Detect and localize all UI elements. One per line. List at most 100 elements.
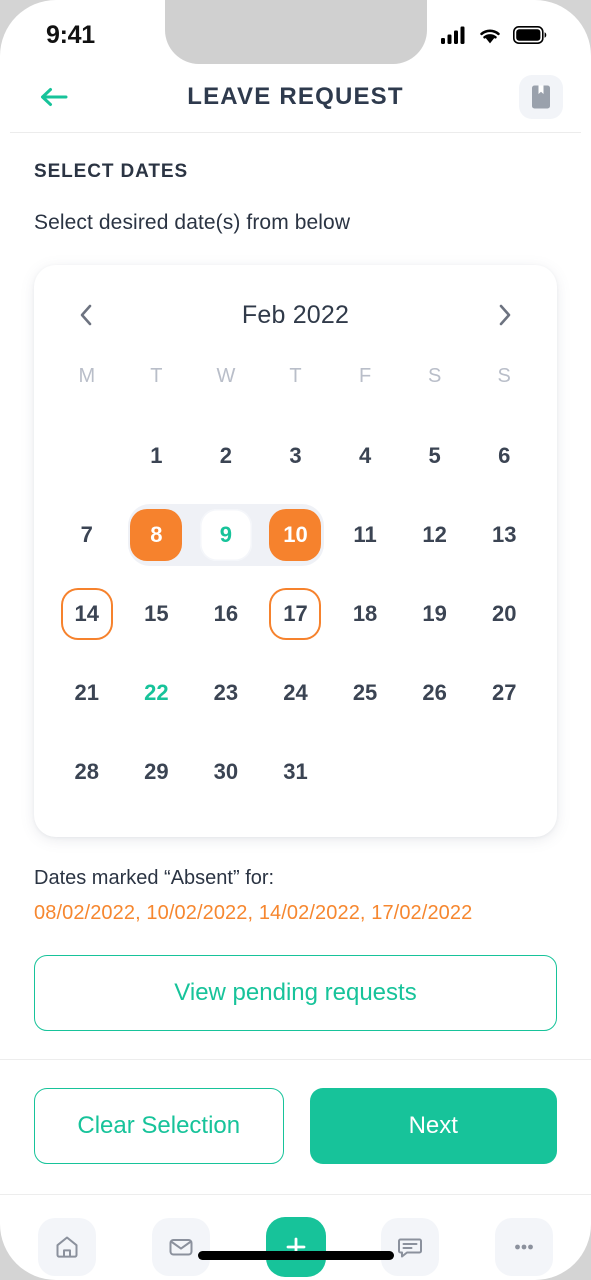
device-notch bbox=[164, 0, 427, 64]
arrow-left-icon bbox=[41, 88, 68, 106]
calendar-cell: 27 bbox=[469, 653, 539, 732]
calendar-card: Feb 2022 MTWTFSS 1 2 3 4 5 6 7 8 9 10 11 12 13 14 15 16… bbox=[34, 265, 557, 837]
chevron-left-icon bbox=[80, 304, 92, 326]
calendar-cell: 31 bbox=[261, 732, 331, 811]
calendar-cell: 19 bbox=[400, 574, 470, 653]
tab-more[interactable] bbox=[495, 1218, 553, 1276]
status-time: 9:41 bbox=[46, 20, 95, 49]
view-pending-requests-button[interactable]: View pending requests bbox=[34, 955, 557, 1031]
calendar-day-4[interactable]: 4 bbox=[339, 430, 391, 482]
calendar-day-11[interactable]: 11 bbox=[339, 509, 391, 561]
calendar-day-21[interactable]: 21 bbox=[61, 667, 113, 719]
calendar-cell: 11 bbox=[330, 495, 400, 574]
calendar-day-19[interactable]: 19 bbox=[409, 588, 461, 640]
calendar-day-14[interactable]: 14 bbox=[61, 588, 113, 640]
calendar-cell: 7 bbox=[52, 495, 122, 574]
calendar-cell: 21 bbox=[52, 653, 122, 732]
calendar-day-27[interactable]: 27 bbox=[478, 667, 530, 719]
calendar-day-7[interactable]: 7 bbox=[61, 509, 113, 561]
calendar-header: Feb 2022 bbox=[52, 287, 539, 335]
calendar-day-6[interactable]: 6 bbox=[478, 430, 530, 482]
calendar-dow-2: W bbox=[216, 365, 236, 387]
calendar-cell: 2 bbox=[191, 416, 261, 495]
calendar-dow-3: T bbox=[289, 365, 302, 387]
calendar-day-12[interactable]: 12 bbox=[409, 509, 461, 561]
calendar-day-30[interactable]: 30 bbox=[200, 746, 252, 798]
chat-icon bbox=[398, 1238, 423, 1258]
calendar-day-24[interactable]: 24 bbox=[269, 667, 321, 719]
header-divider bbox=[10, 132, 581, 133]
calendar-day-8[interactable]: 8 bbox=[130, 508, 183, 561]
back-button[interactable] bbox=[32, 75, 76, 119]
calendar-dow-1: T bbox=[150, 365, 163, 387]
calendar-cell: 13 bbox=[469, 495, 539, 574]
battery-icon bbox=[513, 26, 547, 44]
calendar-dow-6: S bbox=[497, 365, 511, 387]
calendar-cell: 18 bbox=[330, 574, 400, 653]
calendar-cell: 3 bbox=[261, 416, 331, 495]
calendar-cell: 9 bbox=[191, 495, 261, 574]
calendar-cell: 24 bbox=[261, 653, 331, 732]
calendar-day-18[interactable]: 18 bbox=[339, 588, 391, 640]
calendar-day-13[interactable]: 13 bbox=[478, 509, 530, 561]
calendar-day-5[interactable]: 5 bbox=[409, 430, 461, 482]
calendar-cell: 26 bbox=[400, 653, 470, 732]
chevron-right-icon bbox=[499, 304, 511, 326]
page-title: LEAVE REQUEST bbox=[187, 83, 404, 110]
phone-screen: 9:41 LEAVE REQUEST SELECT DATES Select d… bbox=[0, 0, 591, 1280]
calendar-cell: 5 bbox=[400, 416, 470, 495]
calendar-day-28[interactable]: 28 bbox=[61, 746, 113, 798]
calendar-cell: 14 bbox=[52, 574, 122, 653]
calendar-cell: 22 bbox=[122, 653, 192, 732]
section-subtitle: Select desired date(s) from below bbox=[34, 211, 351, 234]
wifi-icon bbox=[480, 29, 500, 43]
tab-home[interactable] bbox=[38, 1218, 96, 1276]
tab-add[interactable] bbox=[265, 1217, 326, 1277]
section-label: SELECT DATES bbox=[34, 161, 189, 182]
calendar-cell: 25 bbox=[330, 653, 400, 732]
calendar-day-20[interactable]: 20 bbox=[478, 588, 530, 640]
calendar-day-15[interactable]: 15 bbox=[130, 588, 182, 640]
app-header: LEAVE REQUEST bbox=[0, 62, 591, 132]
calendar-day-16[interactable]: 16 bbox=[200, 588, 252, 640]
calendar-day-10[interactable]: 10 bbox=[269, 508, 322, 561]
calendar-day-29[interactable]: 29 bbox=[130, 746, 182, 798]
absent-dates-list: 08/02/2022, 10/02/2022, 14/02/2022, 17/0… bbox=[34, 902, 473, 924]
calendar-dow-row: MTWTFSS bbox=[52, 357, 539, 394]
calendar-day-25[interactable]: 25 bbox=[339, 667, 391, 719]
home-icon bbox=[56, 1236, 78, 1258]
calendar-day-2[interactable]: 2 bbox=[200, 430, 252, 482]
calendar-cell: 29 bbox=[122, 732, 192, 811]
calendar-next-button[interactable] bbox=[485, 295, 525, 335]
bottom-navigation bbox=[0, 1195, 591, 1277]
calendar-cell-empty bbox=[52, 416, 122, 495]
tab-chat[interactable] bbox=[381, 1218, 440, 1276]
calendar-cell: 15 bbox=[122, 574, 192, 653]
calendar-month-title: Feb 2022 bbox=[241, 300, 350, 329]
calendar-cell: 17 bbox=[261, 574, 331, 653]
tab-mail[interactable] bbox=[151, 1218, 210, 1276]
absent-label: Dates marked “Absent” for: bbox=[34, 867, 275, 889]
calendar-day-1[interactable]: 1 bbox=[130, 430, 182, 482]
main-content: SELECT DATES Select desired date(s) from… bbox=[0, 161, 591, 1031]
calendar-dow-5: S bbox=[427, 365, 442, 387]
calendar-day-17[interactable]: 17 bbox=[269, 588, 321, 640]
calendar-dow-4: F bbox=[358, 365, 372, 387]
calendar-day-26[interactable]: 26 bbox=[409, 667, 461, 719]
calendar-day-22[interactable]: 22 bbox=[130, 667, 182, 719]
calendar-cell: 12 bbox=[400, 495, 470, 574]
calendar-day-grid: 1 2 3 4 5 6 7 8 9 10 11 12 13 14 15 16 17 18 19 20 21 22 23 24 2… bbox=[52, 416, 539, 811]
more-icon bbox=[515, 1244, 533, 1250]
signal-icon bbox=[441, 26, 465, 44]
bookmark-button[interactable] bbox=[519, 75, 563, 119]
next-button[interactable]: Next bbox=[309, 1088, 557, 1164]
calendar-day-3[interactable]: 3 bbox=[269, 430, 321, 482]
calendar-prev-button[interactable] bbox=[66, 295, 106, 335]
calendar-day-31[interactable]: 31 bbox=[269, 746, 321, 798]
calendar-cell: 20 bbox=[469, 574, 539, 653]
calendar-day-23[interactable]: 23 bbox=[200, 667, 252, 719]
calendar-dow-0: M bbox=[78, 365, 96, 387]
clear-selection-button[interactable]: Clear Selection bbox=[34, 1088, 284, 1164]
home-indicator bbox=[197, 1251, 394, 1260]
calendar-day-9[interactable]: 9 bbox=[199, 508, 252, 561]
